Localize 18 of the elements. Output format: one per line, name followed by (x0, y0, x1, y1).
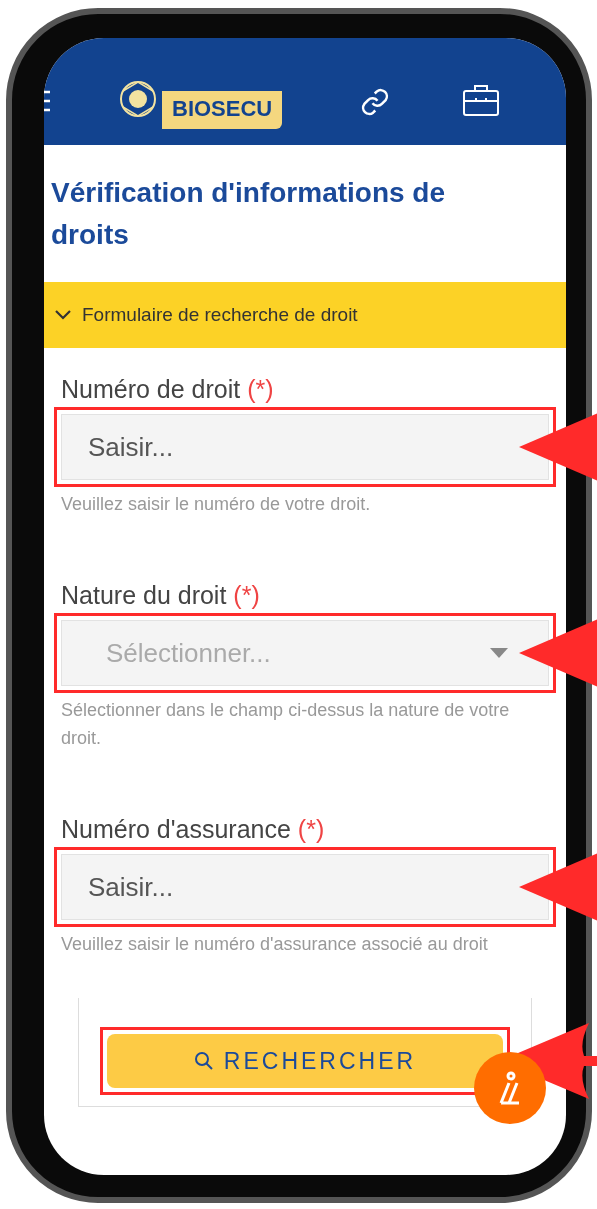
help-text: Veuillez saisir le numéro d'assurance associé au droit (61, 933, 489, 956)
input-field[interactable]: Saisir... (61, 854, 549, 920)
page-title: Vérification d'informations de droits (51, 175, 447, 252)
logo-icon (118, 79, 158, 119)
field-label: Nature du droit (*) (61, 580, 261, 611)
help-text: Sélectionner dans le champ ci-dessus la nature de votre droit. (61, 699, 511, 750)
field-label: Numéro d'assurance (*) (61, 814, 326, 845)
briefcase-icon (462, 83, 501, 117)
dropdown-caret-icon (490, 648, 508, 658)
section-header[interactable]: Formulaire de recherche de droit (44, 282, 566, 348)
link-icon (360, 87, 391, 117)
help-text: Veuillez saisir le numéro de votre droit. (61, 493, 372, 516)
field-label: Numéro de droit (*) (61, 374, 275, 405)
brand-name: BIOSECU (162, 91, 283, 129)
search-icon (193, 1051, 214, 1071)
search-button[interactable]: RECHERCHER (107, 1034, 503, 1088)
input-field[interactable]: Saisir... (61, 414, 549, 480)
section-title: Formulaire de recherche de droit (82, 302, 358, 327)
